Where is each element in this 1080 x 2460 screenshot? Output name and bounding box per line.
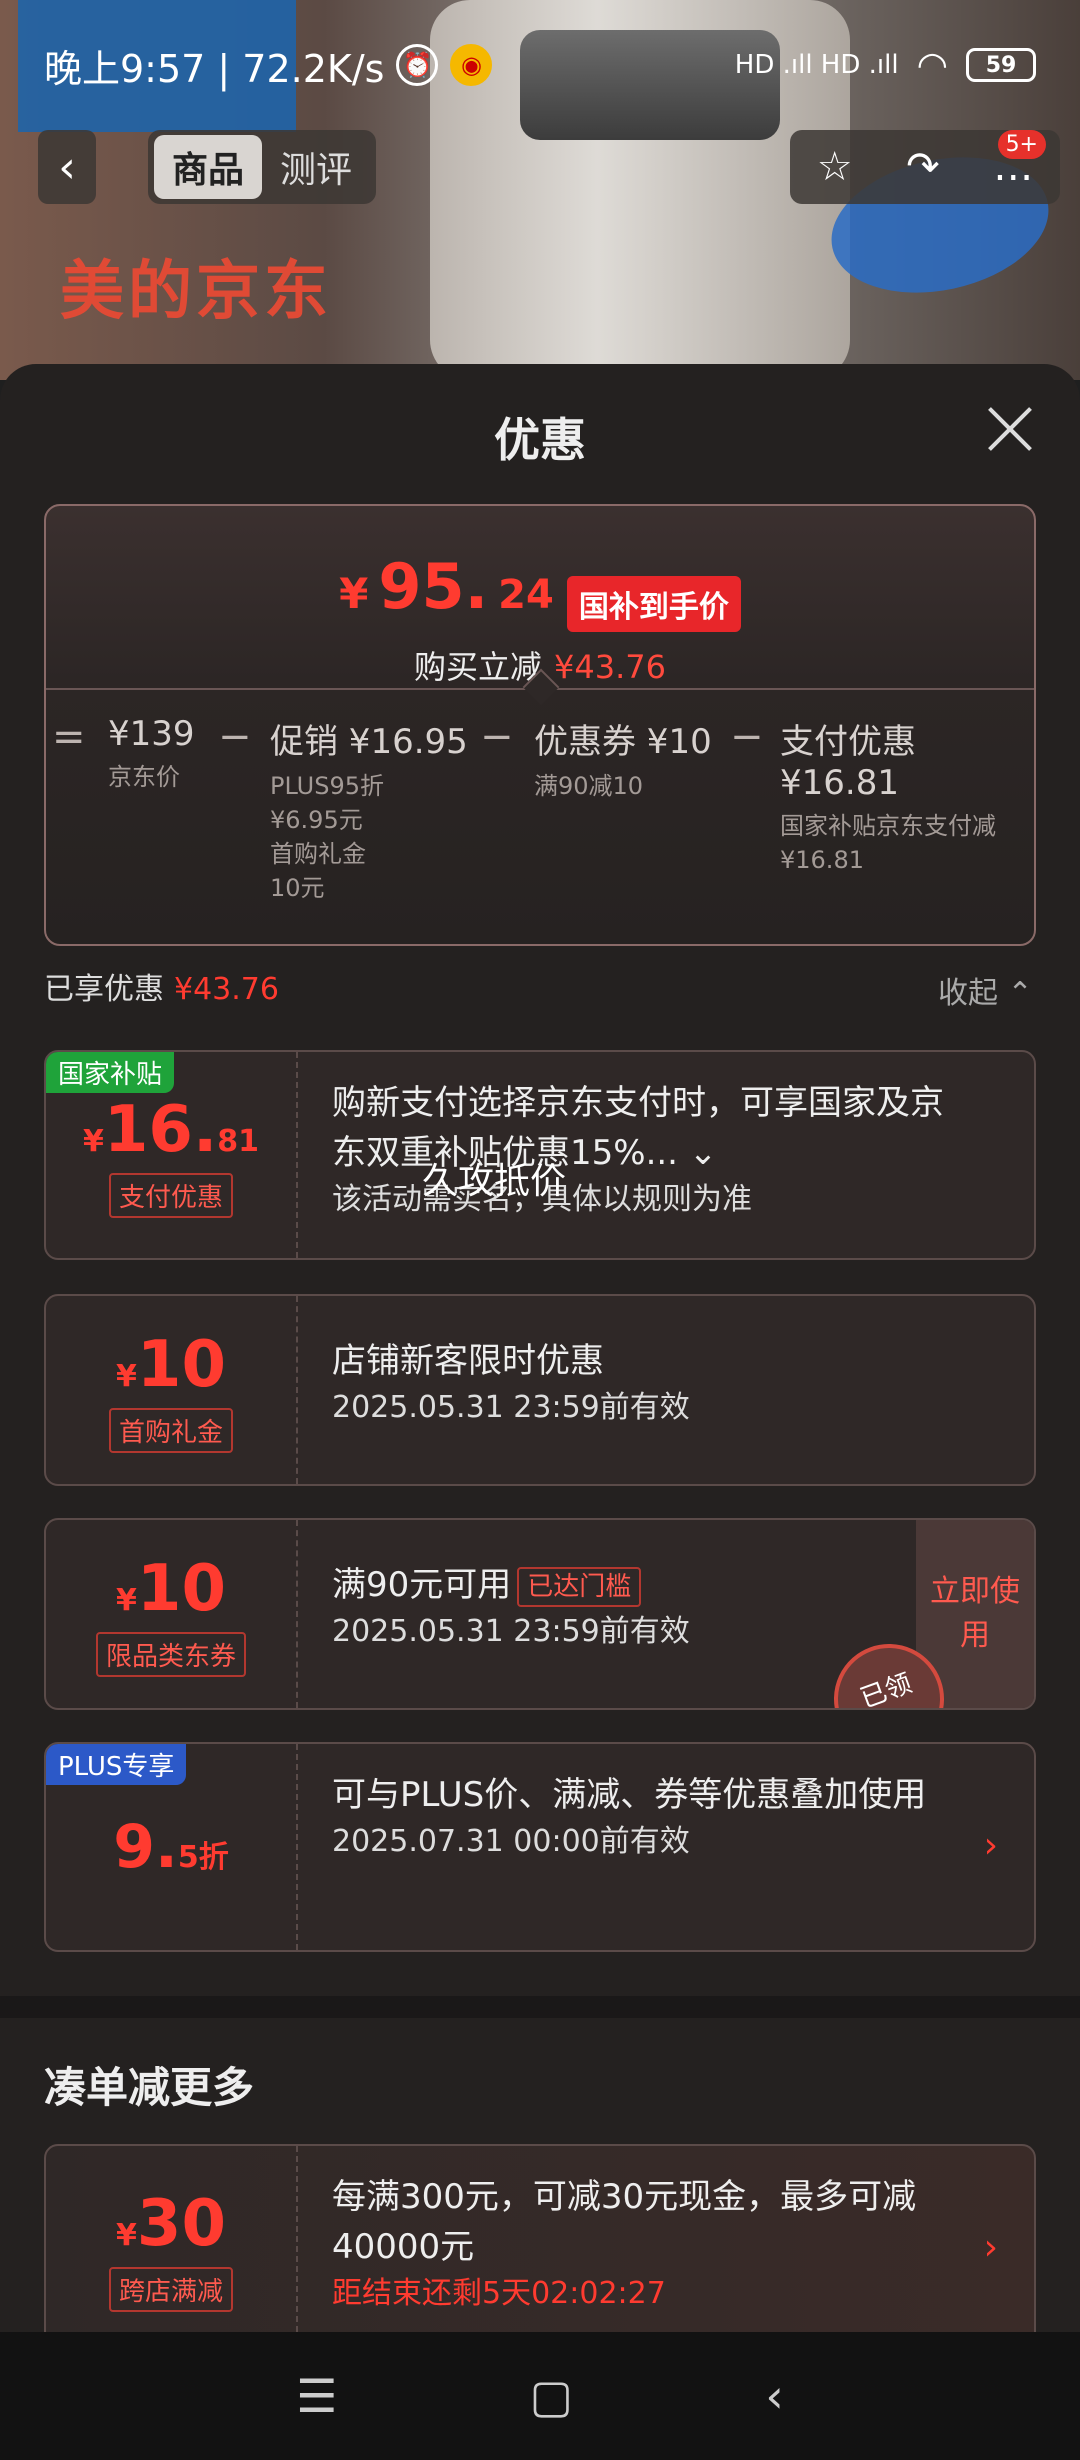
equals-sign: = (52, 714, 86, 760)
discount-card-cross-store[interactable]: ¥30 跨店满减 每满300元，可减30元现金，最多可减40000元 距结束还剩… (44, 2144, 1036, 2334)
sheet-title: 优惠 (494, 413, 586, 467)
signal-icon: HD .ıll HD .ıll (734, 50, 899, 80)
banner-text: 美的京东 (60, 255, 332, 329)
countdown-text: 距结束还剩5天02:02:27 (332, 2276, 666, 2311)
tab-review[interactable]: 测评 (262, 135, 370, 199)
alarm-icon: ⏰ (396, 44, 439, 86)
favorite-icon[interactable]: ☆ (817, 144, 853, 190)
message-badge: 5+ (997, 130, 1046, 159)
battery-icon: 59 (966, 48, 1036, 82)
discount-amount: 9. 5折 (113, 1812, 229, 1882)
section-title: 凑单减更多 (44, 2063, 255, 2112)
discount-card-plus[interactable]: 9. 5折 PLUS专享 可与PLUS价、满减、券等优惠叠加使用 2025.07.… (44, 1742, 1036, 1952)
wifi-icon: ◠ (916, 44, 948, 86)
close-icon[interactable] (986, 404, 1034, 452)
discount-card-subsidy[interactable]: ¥16. 81 支付优惠 国家补贴 购新支付选择京东支付时，可享国家及京东双重补贴… (44, 1050, 1036, 1260)
discount-amount: ¥30 (116, 2186, 226, 2261)
gov-subsidy-badge: 国家补贴 (46, 1052, 175, 1093)
card-description: 每满300元，可减30元现金，最多可减40000元 (332, 2177, 917, 2267)
enjoyed-discount: 已享优惠 ¥43.76 (44, 972, 279, 1007)
discount-card-coupon: ¥10 限品类东券 满90元可用 已达门槛 2025.05.31 23:59前有效… (44, 1518, 1036, 1710)
threshold-tag: 已达门槛 (517, 1566, 642, 1607)
price-tag: 国补到手价 (566, 575, 741, 632)
discount-amount: ¥10 (116, 1551, 226, 1626)
discount-type-tag: 支付优惠 (108, 1172, 233, 1218)
card-validity: 2025.05.31 23:59前有效 (332, 1390, 690, 1425)
overlay-text: 久攻抵价 (422, 1161, 567, 1202)
card-validity: 2025.05.31 23:59前有效 (332, 1614, 690, 1649)
back-button[interactable]: ‹ (38, 130, 96, 204)
discount-type-tag: 首购礼金 (108, 1407, 233, 1453)
top-nav: ‹ 商品 测评 ☆ ↷ … 5+ (0, 130, 1080, 210)
chevron-right-icon[interactable]: › (984, 2227, 998, 2268)
tab-product[interactable]: 商品 (154, 135, 263, 199)
section-separator (0, 1996, 1080, 2018)
plus-exclusive-badge: PLUS专享 (46, 1744, 187, 1785)
card-description: 满90元可用 已达门槛 (332, 1560, 904, 1610)
discount-amount: ¥10 (116, 1327, 226, 1402)
nav-tools: ☆ ↷ … 5+ (790, 130, 1060, 204)
price-summary: ¥95. 24 国补到手价 购买立减 ¥43.76 = ¥139 京东价 − 促销 … (44, 504, 1036, 946)
minus-sign: − (730, 714, 764, 760)
discount-type-tag: 跨店满减 (108, 2266, 233, 2312)
home-icon[interactable]: ▢ (530, 2369, 573, 2423)
breakdown-item: 优惠券 ¥10 满90减10 (534, 722, 712, 800)
minus-sign: − (218, 714, 252, 760)
menu-icon[interactable]: ☰ (296, 2369, 337, 2423)
breakdown-item: 促销 ¥16.95 PLUS95折 ¥6.95元 首购礼金 10元 (270, 722, 468, 902)
final-price: ¥95. 24 (339, 550, 554, 623)
status-bar: 晚上9:57 | 72.2K/s ⏰ ◉ HD .ıll HD .ıll ◠ 5… (0, 0, 1080, 130)
collapse-button[interactable]: 收起 ⌃ (938, 968, 1033, 1012)
discount-type-tag: 限品类东券 (95, 1631, 246, 1677)
breakdown-item: ¥139 京东价 (108, 714, 195, 791)
share-icon[interactable]: ↷ (906, 144, 940, 190)
back-icon[interactable]: ‹ (765, 2369, 783, 2423)
card-validity: 2025.07.31 00:00前有效 (332, 1824, 690, 1859)
tab-bar: 商品 测评 (148, 130, 377, 204)
minus-sign: − (480, 714, 514, 760)
discount-card-first-purchase: ¥10 首购礼金 店铺新客限时优惠 2025.05.31 23:59前有效 (44, 1294, 1036, 1486)
weibo-icon: ◉ (450, 44, 493, 86)
status-time: 晚上9:57 | 72.2K/s (44, 46, 385, 91)
discount-amount: ¥16. 81 (83, 1092, 259, 1167)
system-navbar: ☰ ▢ ‹ (0, 2332, 1080, 2460)
chevron-right-icon[interactable]: › (984, 1825, 998, 1866)
breakdown-item: 支付优惠 ¥16.81 国家补贴京东支付减 ¥16.81 (780, 722, 996, 874)
card-description: 可与PLUS价、满减、券等优惠叠加使用 (332, 1775, 927, 1815)
card-description: 店铺新客限时优惠 (332, 1341, 604, 1381)
discount-sheet: 优惠 ¥95. 24 国补到手价 购买立减 ¥43.76 = ¥139 京东价 − (0, 364, 1080, 2334)
